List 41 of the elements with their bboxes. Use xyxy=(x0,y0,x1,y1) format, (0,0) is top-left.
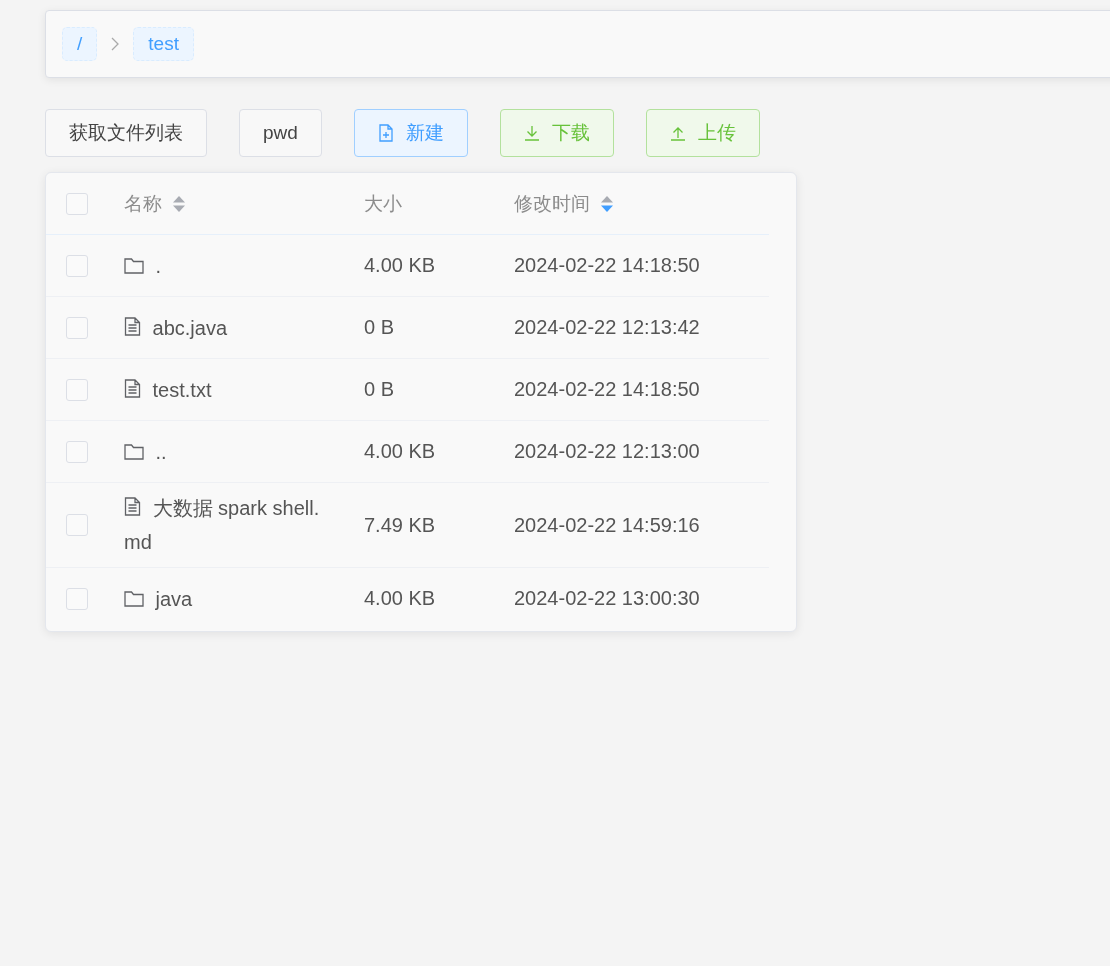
size-cell: 4.00 KB xyxy=(364,254,436,276)
size-cell: 7.49 KB xyxy=(364,513,436,536)
file-name-cell: abc.java xyxy=(124,302,324,353)
select-all-checkbox[interactable] xyxy=(66,192,88,215)
sort-icon[interactable] xyxy=(600,194,614,213)
size-cell: 4.00 KB xyxy=(364,440,436,462)
modified-time-cell: 2024-02-22 12:13:42 xyxy=(514,316,700,338)
file-name-cell: .. xyxy=(124,426,324,477)
column-header[interactable]: 名称 xyxy=(124,190,162,217)
new-file-icon xyxy=(377,124,394,142)
chevron-right-icon xyxy=(111,37,120,51)
upload-icon xyxy=(669,125,686,141)
toolbar-button[interactable]: 新建 xyxy=(353,109,468,157)
modified-time-cell: 2024-02-22 13:00:30 xyxy=(514,587,700,609)
modified-time-cell: 2024-02-22 14:18:50 xyxy=(514,378,700,400)
row-checkbox[interactable] xyxy=(66,316,88,339)
download-icon xyxy=(523,125,540,141)
breadcrumb-item[interactable]: / xyxy=(62,27,98,61)
toolbar-button[interactable]: pwd xyxy=(239,109,322,157)
row-checkbox[interactable] xyxy=(66,514,88,536)
row-checkbox[interactable] xyxy=(66,587,88,610)
modified-time-cell: 2024-02-22 14:59:16 xyxy=(514,513,700,536)
modified-time-cell: 2024-02-22 12:13:00 xyxy=(514,440,700,462)
file-name-cell: . xyxy=(124,240,324,291)
modified-time-cell: 2024-02-22 14:18:50 xyxy=(514,254,700,276)
sort-icon[interactable] xyxy=(172,194,186,213)
column-header[interactable]: 大小 xyxy=(364,190,402,217)
file-name-cell: test.txt xyxy=(124,364,324,415)
file-name-cell: java xyxy=(124,573,324,624)
row-checkbox[interactable] xyxy=(66,440,88,463)
toolbar-button[interactable]: 下载 xyxy=(499,109,614,157)
toolbar-button[interactable]: 上传 xyxy=(645,109,760,157)
size-cell: 0 B xyxy=(364,316,395,338)
size-cell: 0 B xyxy=(364,378,395,400)
row-checkbox[interactable] xyxy=(66,378,88,401)
size-cell: 4.00 KB xyxy=(364,587,436,609)
breadcrumb-item[interactable]: test xyxy=(133,27,194,61)
file-name-cell-text: 大数据 spark shell.md xyxy=(124,496,321,555)
toolbar-button[interactable]: 获取文件列表 xyxy=(45,109,207,157)
column-header[interactable]: 修改时间 xyxy=(514,190,590,217)
row-checkbox[interactable] xyxy=(66,254,88,277)
